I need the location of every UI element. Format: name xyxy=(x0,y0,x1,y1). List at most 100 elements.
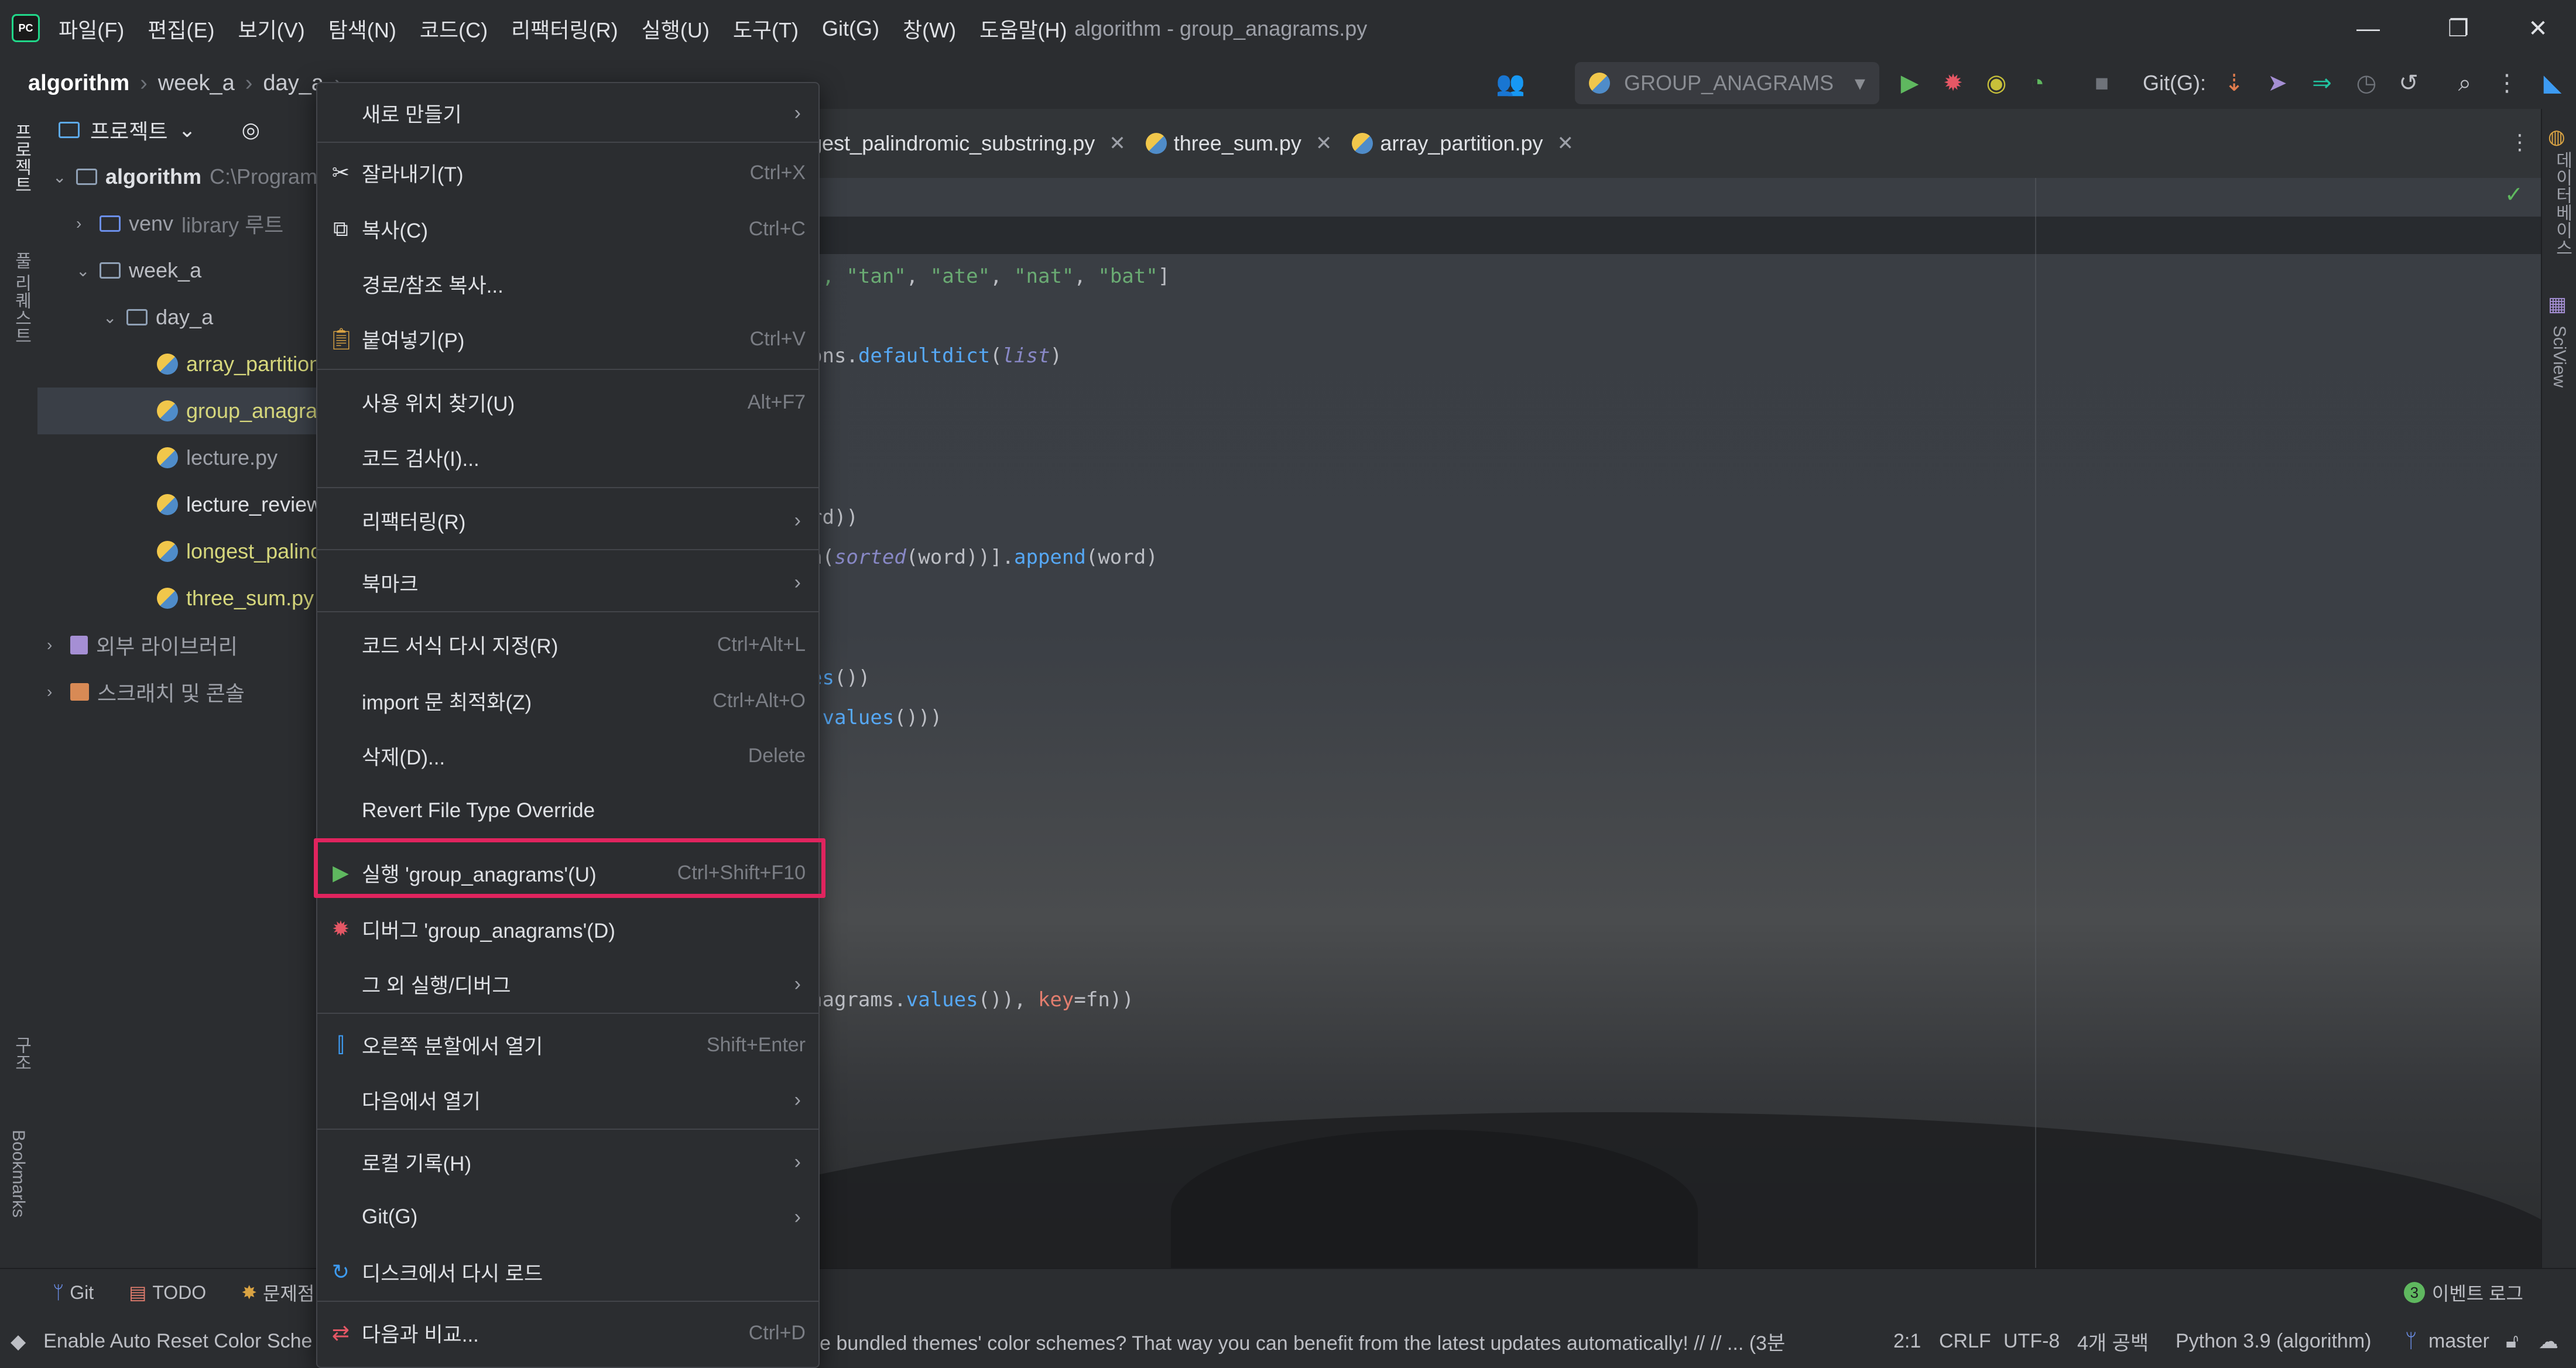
tool-window-sciview[interactable]: SciView xyxy=(2549,325,2569,388)
status-interpreter[interactable]: Python 3.9 (algorithm) xyxy=(2176,1330,2372,1353)
breadcrumb-day[interactable]: day_a xyxy=(263,71,324,96)
tree-item-root[interactable]: ⌄ algorithm C:\Program xyxy=(53,153,317,200)
status-branch[interactable]: master xyxy=(2428,1330,2489,1353)
tree-item-file[interactable]: longest_palinc xyxy=(157,528,321,575)
menu-item-optimize-imports[interactable]: import 문 최적화(Z) Ctrl+Alt+O xyxy=(317,676,818,726)
status-message-right[interactable]: e bundled themes' color schemes? That wa… xyxy=(820,1327,1785,1356)
tree-item-week[interactable]: ⌄ week_a xyxy=(76,247,201,294)
git-commit-icon[interactable]: ⇒ xyxy=(2304,66,2339,101)
menu-item-debug[interactable]: ✹ 디버그 'group_anagrams'(D) xyxy=(317,904,818,954)
tab-array-partition[interactable]: array_partition.py ✕ xyxy=(1352,131,1574,156)
menu-code[interactable]: 코드(C) xyxy=(420,13,488,44)
menu-item-reload-from-disk[interactable]: ↻ 디스크에서 다시 로드 xyxy=(317,1247,818,1297)
more-icon[interactable]: ⋮ xyxy=(2489,66,2524,101)
tool-window-database[interactable]: 데이터베이스 xyxy=(2549,151,2575,256)
run-icon[interactable]: ▶ xyxy=(1892,66,1927,101)
status-indent[interactable]: 4개 공백 xyxy=(2077,1327,2149,1356)
menu-item-inspect-code[interactable]: 코드 검사(I)... xyxy=(317,432,818,482)
breadcrumb-week[interactable]: week_a xyxy=(158,71,235,96)
tool-todo[interactable]: ▤ TODO xyxy=(129,1281,206,1304)
tree-item-external-libraries[interactable]: › 외부 라이브러리 xyxy=(47,622,238,668)
menu-item-delete[interactable]: 삭제(D)... Delete xyxy=(317,731,818,781)
restore-icon[interactable]: ❐ xyxy=(2420,0,2496,57)
menu-item-local-history[interactable]: 로컬 기록(H) › xyxy=(317,1137,818,1187)
tab-options-icon[interactable]: ⋮ xyxy=(2509,130,2530,155)
menu-view[interactable]: 보기(V) xyxy=(238,13,304,44)
menu-item-git[interactable]: Git(G) › xyxy=(317,1192,818,1242)
tool-git[interactable]: ᛘ Git xyxy=(53,1282,94,1304)
profile-icon[interactable]: ◔ xyxy=(2020,66,2055,101)
history-icon[interactable]: ◷ xyxy=(2349,66,2384,101)
code-line: ons.defaultdict(list) xyxy=(810,344,1062,368)
menu-help[interactable]: 도움말(H) xyxy=(979,13,1067,44)
menu-item-cut[interactable]: ✂ 잘라내기(T) Ctrl+X xyxy=(317,148,818,198)
menu-git[interactable]: Git(G) xyxy=(822,16,879,41)
tree-item-file[interactable]: array_partition xyxy=(157,341,321,388)
tab-longest-palindromic[interactable]: gest_palindromic_substring.py ✕ xyxy=(810,131,1126,156)
git-push-icon[interactable]: ➤ xyxy=(2260,66,2295,101)
tree-item-scratches[interactable]: › 스크래치 및 콘솔 xyxy=(47,668,245,715)
run-config-selector[interactable]: GROUP_ANAGRAMS ▾ xyxy=(1575,62,1879,104)
minimize-icon[interactable]: — xyxy=(2330,0,2406,57)
close-icon[interactable]: ✕ xyxy=(2500,0,2576,57)
menu-item-new[interactable]: 새로 만들기 › xyxy=(317,88,818,138)
menu-item-compare-with[interactable]: ⇄ 다음과 비교... Ctrl+D xyxy=(317,1308,818,1358)
tool-event-log[interactable]: 3 이벤트 로그 xyxy=(2403,1279,2523,1306)
menu-navigate[interactable]: 탐색(N) xyxy=(328,13,396,44)
close-tab-icon[interactable]: ✕ xyxy=(1557,132,1574,155)
breadcrumb-root[interactable]: algorithm xyxy=(28,71,129,96)
menu-item-refactor[interactable]: 리팩터링(R) › xyxy=(317,495,818,546)
menu-item-find-usages[interactable]: 사용 위치 찾기(U) Alt+F7 xyxy=(317,377,818,427)
menu-item-paste[interactable]: 📋︎ 붙여넣기(P) Ctrl+V xyxy=(317,314,818,364)
tool-window-project[interactable]: 프로젝트 xyxy=(8,123,34,193)
rollback-icon[interactable]: ↺ xyxy=(2391,66,2426,101)
close-tab-icon[interactable]: ✕ xyxy=(1316,132,1332,155)
notifications-icon[interactable]: ☁ xyxy=(2539,1330,2558,1353)
status-message-left[interactable]: Enable Auto Reset Color Sche xyxy=(43,1330,312,1353)
debug-icon[interactable]: ✹ xyxy=(1936,66,1971,101)
status-position[interactable]: 2:1 xyxy=(1893,1330,1921,1353)
tree-item-file-selected[interactable]: group_anagra xyxy=(157,388,317,434)
menu-file[interactable]: 파일(F) xyxy=(59,13,124,44)
tool-problems[interactable]: ✸ 문제점 xyxy=(241,1279,314,1306)
menu-tools[interactable]: 도구(T) xyxy=(733,13,799,44)
stop-icon[interactable]: ■ xyxy=(2084,66,2119,101)
menu-refactor[interactable]: 리팩터링(R) xyxy=(511,13,618,44)
menu-item-reformat[interactable]: 코드 서식 다시 지정(R) Ctrl+Alt+L xyxy=(317,619,818,670)
menu-item-open-right-split[interactable]: ⫿ 오른쪽 분할에서 열기 Shift+Enter xyxy=(317,1020,818,1070)
search-icon[interactable]: ⌕ xyxy=(2447,66,2482,101)
tree-item-venv[interactable]: › venv library 루트 xyxy=(76,200,283,247)
user-icon[interactable]: 👥 xyxy=(1493,66,1528,101)
coverage-icon[interactable]: ◉ xyxy=(1979,66,2014,101)
locate-icon[interactable]: ◎ xyxy=(242,118,260,142)
jetbrains-ai-icon[interactable]: ◣ xyxy=(2535,66,2570,101)
menu-separator xyxy=(317,1129,818,1130)
database-icon[interactable]: ◍ xyxy=(2548,125,2565,149)
sciview-icon[interactable]: ▦ xyxy=(2548,293,2567,316)
menu-item-open-in[interactable]: 다음에서 열기 › xyxy=(317,1075,818,1125)
tree-item-file[interactable]: lecture.py xyxy=(157,434,278,481)
tree-item-file[interactable]: three_sum.py xyxy=(157,575,314,622)
tool-window-structure[interactable]: 구조 xyxy=(8,1036,34,1071)
status-encoding[interactable]: UTF-8 xyxy=(2003,1330,2060,1353)
tree-item-day[interactable]: ⌄ day_a xyxy=(103,294,213,341)
menu-item-copy[interactable]: ⧉ 복사(C) Ctrl+C xyxy=(317,204,818,254)
git-update-icon[interactable]: ⇣ xyxy=(2217,66,2252,101)
menu-item-bookmarks[interactable]: 북마크 › xyxy=(317,557,818,608)
tool-window-pull-requests[interactable]: 풀 리퀘스트 xyxy=(8,252,34,344)
tab-three-sum[interactable]: three_sum.py ✕ xyxy=(1145,131,1332,156)
tool-window-bookmarks[interactable]: Bookmarks xyxy=(8,1130,28,1218)
code-line: nagrams.values()), key=fn)) xyxy=(810,988,1134,1012)
menu-window[interactable]: 창(W) xyxy=(903,13,956,44)
menu-item-copy-path[interactable]: 경로/참조 복사... xyxy=(317,259,818,309)
menu-edit[interactable]: 편집(E) xyxy=(148,13,214,44)
project-panel-header[interactable]: 프로젝트 ⌄ ◎ xyxy=(37,109,330,151)
tree-item-file[interactable]: lecture_review xyxy=(157,481,322,528)
lock-icon[interactable]: 🔓︎ xyxy=(2506,1330,2519,1353)
inspection-ok-icon[interactable]: ✓ xyxy=(2505,181,2523,208)
menu-item-revert-file-type[interactable]: Revert File Type Override xyxy=(317,786,818,836)
status-line-separator[interactable]: CRLF xyxy=(1939,1330,1991,1353)
close-tab-icon[interactable]: ✕ xyxy=(1109,132,1126,155)
menu-item-more-run-debug[interactable]: 그 외 실행/디버그 › xyxy=(317,959,818,1009)
menu-run[interactable]: 실행(U) xyxy=(642,13,710,44)
